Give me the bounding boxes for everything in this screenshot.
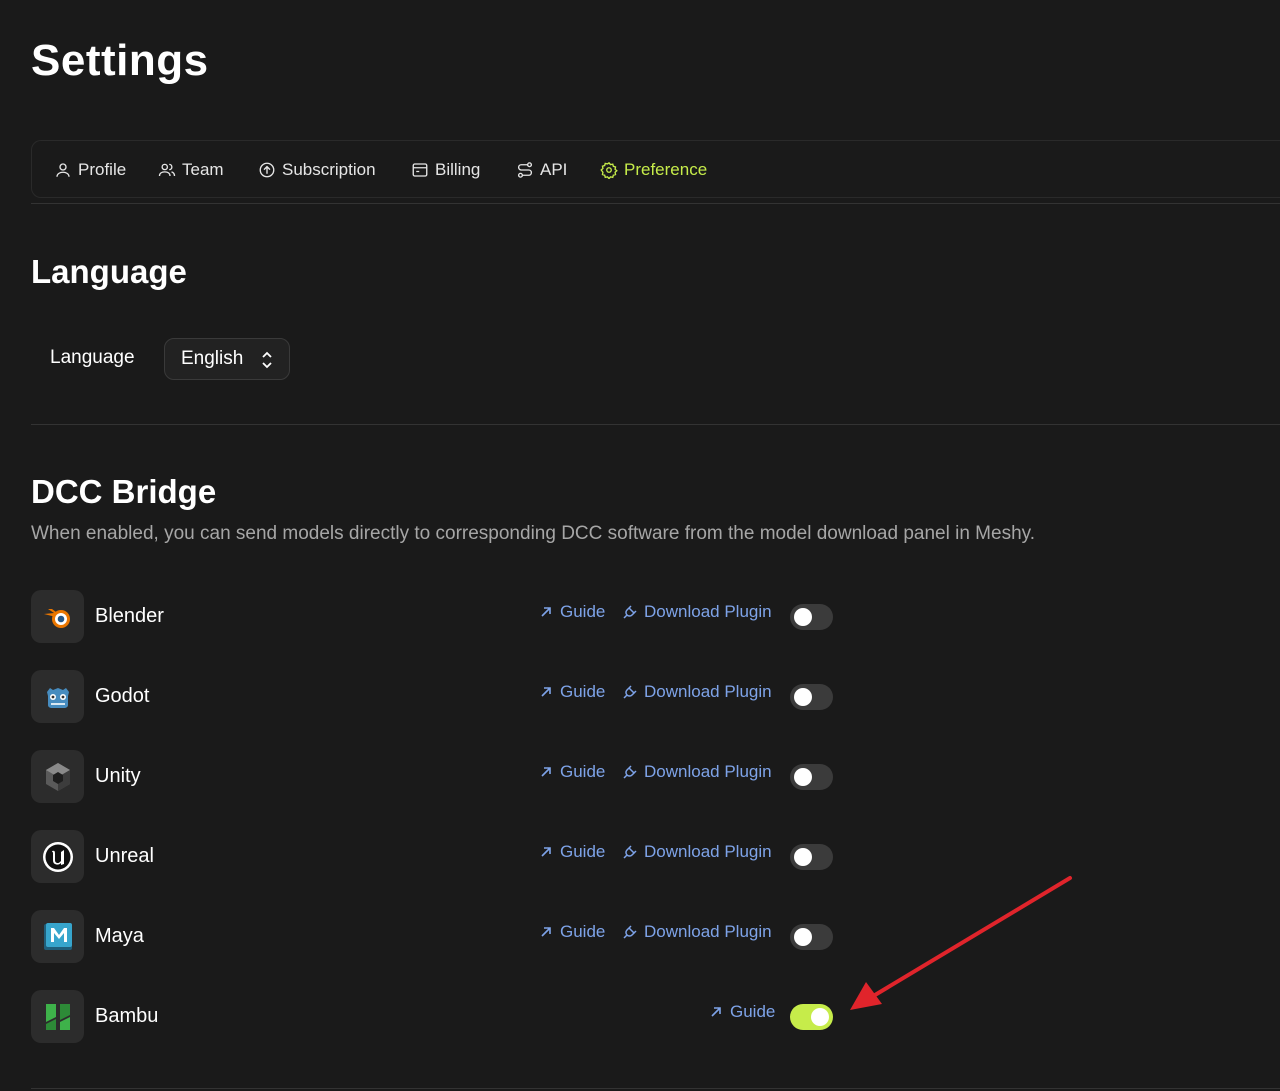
toggle-knob (794, 848, 812, 866)
external-arrow-icon (541, 687, 551, 697)
dcc-row-bambu: Bambu Guide (31, 990, 851, 1044)
external-arrow-icon (541, 927, 551, 937)
tab-team[interactable]: Team (158, 141, 224, 199)
toggle-knob (794, 608, 812, 626)
users-icon (158, 163, 176, 177)
guide-link[interactable]: Guide (539, 762, 605, 782)
chevron-up-down-icon (262, 351, 272, 369)
bambu-toggle[interactable] (790, 1004, 833, 1030)
download-plugin-link[interactable]: Download Plugin (623, 762, 772, 782)
toggle-knob (794, 928, 812, 946)
tab-api[interactable]: API (516, 141, 567, 199)
unreal-toggle[interactable] (790, 844, 833, 870)
gear-icon (600, 161, 618, 179)
maya-icon (31, 910, 84, 963)
app-name: Blender (95, 605, 164, 627)
download-plugin-link[interactable]: Download Plugin (623, 682, 772, 702)
language-select-value: English (181, 348, 244, 369)
guide-label: Guide (730, 1002, 776, 1021)
external-arrow-icon (541, 847, 551, 857)
app-name: Unreal (95, 845, 154, 867)
guide-link[interactable]: Guide (539, 842, 605, 862)
guide-label: Guide (560, 682, 606, 701)
tab-label: Preference (624, 160, 708, 179)
language-section-title: Language (31, 253, 187, 290)
dcc-row-unity: Unity Guide Download Plugin (31, 750, 851, 804)
guide-label: Guide (560, 842, 606, 861)
unity-toggle[interactable] (790, 764, 833, 790)
plug-icon (623, 845, 637, 859)
upgrade-circle-icon (259, 162, 275, 178)
dcc-row-unreal: Unreal Guide Download Plugin (31, 830, 851, 884)
godot-icon (31, 670, 84, 723)
app-name: Maya (95, 925, 144, 947)
tab-label: Subscription (282, 160, 376, 179)
toggle-knob (794, 688, 812, 706)
annotation-arrow-icon (850, 876, 1072, 1010)
download-label: Download Plugin (644, 602, 772, 621)
external-arrow-icon (711, 1007, 721, 1017)
app-name: Godot (95, 685, 150, 707)
language-label: Language (50, 347, 135, 368)
section-divider (31, 1088, 1280, 1089)
app-name: Unity (95, 765, 141, 787)
download-label: Download Plugin (644, 922, 772, 941)
dcc-row-maya: Maya Guide Download Plugin (31, 910, 851, 964)
tab-label: API (540, 160, 568, 179)
bambu-icon (31, 990, 84, 1043)
download-label: Download Plugin (644, 762, 772, 781)
settings-tabs: Profile Team Subscription Billing API Pr… (31, 140, 1280, 198)
page-title: Settings (31, 36, 209, 85)
download-label: Download Plugin (644, 682, 772, 701)
plug-icon (623, 605, 637, 619)
unity-icon (31, 750, 84, 803)
tab-preference[interactable]: Preference (600, 141, 707, 199)
guide-label: Guide (560, 922, 606, 941)
plug-icon (623, 685, 637, 699)
guide-link[interactable]: Guide (709, 1002, 775, 1022)
dcc-row-blender: Blender Guide Download Plugin (31, 590, 851, 644)
language-select[interactable]: English (164, 338, 290, 380)
guide-link[interactable]: Guide (539, 682, 605, 702)
tab-label: Billing (435, 160, 481, 179)
tab-profile[interactable]: Profile (54, 141, 126, 199)
plug-icon (623, 925, 637, 939)
download-label: Download Plugin (644, 842, 772, 861)
tab-billing[interactable]: Billing (411, 141, 480, 199)
download-plugin-link[interactable]: Download Plugin (623, 602, 772, 622)
godot-toggle[interactable] (790, 684, 833, 710)
guide-label: Guide (560, 762, 606, 781)
toggle-knob (811, 1008, 829, 1026)
billing-icon (412, 163, 428, 177)
maya-toggle[interactable] (790, 924, 833, 950)
unreal-icon (31, 830, 84, 883)
guide-link[interactable]: Guide (539, 922, 605, 942)
tab-label: Profile (78, 160, 127, 179)
user-icon (56, 163, 70, 177)
blender-icon (31, 590, 84, 643)
dcc-description: When enabled, you can send models direct… (31, 523, 1036, 544)
external-arrow-icon (541, 607, 551, 617)
app-name: Bambu (95, 1005, 159, 1027)
tab-label: Team (182, 160, 224, 179)
guide-link[interactable]: Guide (539, 602, 605, 622)
section-divider (31, 424, 1280, 425)
external-arrow-icon (541, 767, 551, 777)
dcc-section-title: DCC Bridge (31, 473, 217, 510)
download-plugin-link[interactable]: Download Plugin (623, 922, 772, 942)
dcc-row-godot: Godot Guide Download Plugin (31, 670, 851, 724)
guide-label: Guide (560, 602, 606, 621)
api-route-icon (517, 162, 533, 178)
tabs-divider (31, 203, 1280, 204)
download-plugin-link[interactable]: Download Plugin (623, 842, 772, 862)
blender-toggle[interactable] (790, 604, 833, 630)
toggle-knob (794, 768, 812, 786)
tab-subscription[interactable]: Subscription (258, 141, 376, 199)
plug-icon (623, 765, 637, 779)
